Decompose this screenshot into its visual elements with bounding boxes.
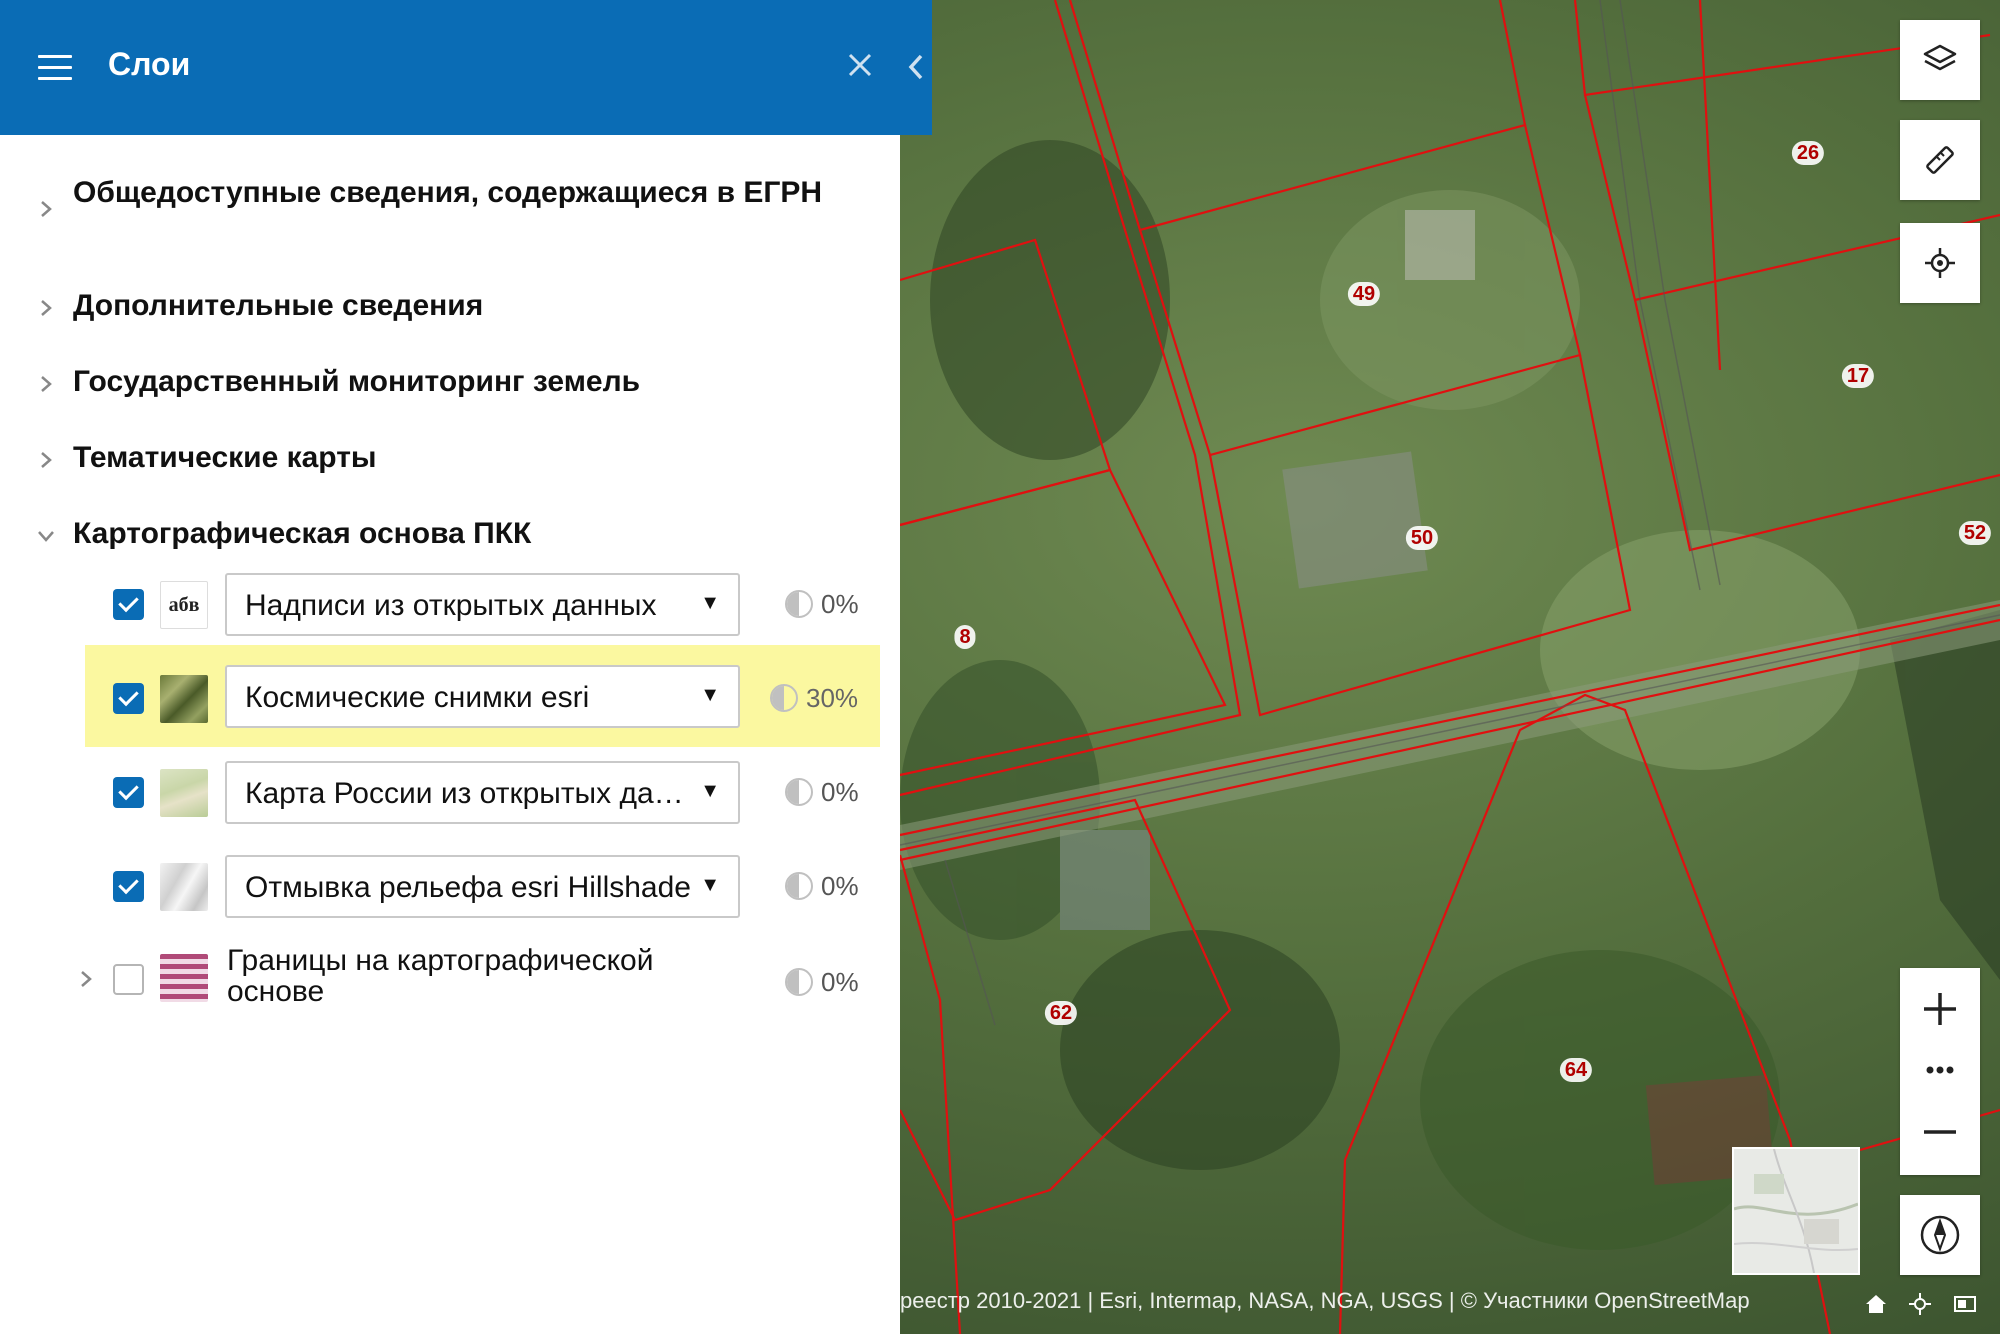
parcel-label[interactable]: 50 [1405,526,1439,550]
layer-name-line: основе [227,975,325,1008]
layer-checkbox[interactable] [113,589,144,620]
layer-row-hillshade: Отмывка рельефа esri Hillshade ▼ 0% [85,847,880,927]
parcel-label[interactable]: 26 [1791,141,1825,165]
layer-select[interactable]: Карта России из открытых данных ▼ [225,761,740,824]
layer-select[interactable]: Надписи из открытых данных ▼ [225,573,740,636]
layer-name: Космические снимки esri [245,681,590,714]
layer-group-additional[interactable]: Дополнительные сведения [30,288,860,328]
opacity-value: 30% [806,683,859,713]
layer-group-label: Дополнительные сведения [73,289,484,322]
parcel-label[interactable]: 62 [1044,1001,1078,1025]
layer-select[interactable]: Отмывка рельефа esri Hillshade ▼ [225,855,740,918]
layer-row-russia-map: Карта России из открытых данных ▼ 0% [85,753,880,833]
layer-row-satellite: Космические снимки esri ▼ 30% [85,645,880,747]
layer-name: Границы на картографической основе [227,945,653,1007]
opacity-icon [785,778,813,806]
layer-group-label: Общедоступные сведения, содержащиеся в Е… [73,176,823,209]
layer-group-label: Государственный мониторинг земель [73,365,641,398]
dropdown-arrow-icon: ▼ [700,780,720,802]
chevron-left-icon[interactable] [905,52,927,82]
chevron-right-icon [41,201,52,217]
layers-button[interactable] [1900,20,1980,100]
layer-select[interactable]: Космические снимки esri ▼ [225,665,740,728]
locate-icon [1925,248,1955,278]
opacity-value: 0% [821,777,859,807]
parcel-label[interactable]: 64 [1559,1058,1593,1082]
chevron-right-icon [41,300,52,316]
crosshair-icon[interactable] [1908,1292,1932,1316]
minimap-image [1733,1148,1859,1274]
layers-panel: Слои Общедоступные сведения, содержащиес… [0,0,932,1334]
opacity-control[interactable]: 30% [770,681,880,717]
panel-title: Слои [108,46,191,82]
layer-thumbnail [160,769,208,817]
opacity-icon [785,968,813,996]
dropdown-arrow-icon: ▼ [700,684,720,706]
layer-thumbnail [160,863,208,911]
opacity-value: 0% [821,589,859,619]
layer-group-thematic[interactable]: Тематические карты [30,440,860,480]
opacity-control[interactable]: 0% [785,587,895,623]
opacity-control[interactable]: 0% [785,775,895,811]
layers-icon [1923,44,1957,71]
hamburger-icon[interactable] [38,55,72,81]
opacity-control[interactable]: 0% [785,869,895,905]
layer-thumbnail: абв [160,581,208,629]
map-attribution: реестр 2010-2021 | Esri, Intermap, NASA,… [900,1288,1750,1313]
layer-group-label: Тематические карты [73,441,377,474]
layer-group-label: Картографическая основа ПКК [73,517,532,550]
parcel-label[interactable]: 52 [1958,521,1992,545]
layer-name: Отмывка рельефа esri Hillshade [245,871,691,904]
layer-checkbox[interactable] [113,777,144,808]
opacity-value: 0% [821,967,859,997]
more-dots-icon [1926,1066,1954,1074]
zoom-out-button[interactable] [1900,1090,1980,1175]
overview-minimap[interactable] [1732,1147,1860,1275]
layer-name-line: Границы на картографической [227,944,654,977]
chevron-right-icon [41,376,52,392]
dropdown-arrow-icon: ▼ [700,592,720,614]
compass-button[interactable] [1900,1195,1980,1275]
dropdown-arrow-icon: ▼ [700,874,720,896]
screen-icon[interactable] [1953,1292,1977,1316]
parcel-label[interactable]: 8 [954,625,976,649]
layer-group-monitoring[interactable]: Государственный мониторинг земель [30,364,860,404]
opacity-control[interactable]: 0% [785,965,895,1001]
plus-icon [1924,993,1956,1025]
minus-icon [1924,1130,1956,1134]
layer-group-basemap[interactable]: Картографическая основа ПКК [30,516,860,556]
layer-thumbnail [160,954,208,1002]
layer-name: Карта России из открытых данных [245,777,700,810]
layer-thumbnail [160,675,208,723]
zoom-in-button[interactable] [1900,968,1980,1050]
opacity-value: 0% [821,871,859,901]
zoom-controls [1900,968,1980,1175]
home-icon[interactable] [1864,1292,1888,1316]
chevron-right-icon[interactable] [76,969,96,989]
panel-header: Слои [0,0,932,135]
layer-name: Надписи из открытых данных [245,589,657,622]
parcel-label[interactable]: 17 [1841,364,1875,388]
chevron-down-icon [38,531,54,542]
locate-button[interactable] [1900,223,1980,303]
opacity-icon [785,590,813,618]
layer-checkbox[interactable] [113,683,144,714]
opacity-icon [770,684,798,712]
layer-row-labels: абв Надписи из открытых данных ▼ 0% [85,565,880,645]
layer-checkbox[interactable] [113,964,144,995]
ruler-icon [1926,146,1954,174]
layer-group-egrn[interactable]: Общедоступные сведения, содержащиеся в Е… [30,175,860,247]
layer-row-borders: Границы на картографической основе 0% [70,935,880,1025]
zoom-more-button[interactable] [1900,1050,1980,1090]
parcel-label[interactable]: 49 [1347,282,1381,306]
compass-icon [1920,1215,1960,1255]
chevron-right-icon [41,452,52,468]
close-icon[interactable] [845,50,875,80]
measure-button[interactable] [1900,120,1980,200]
layer-checkbox[interactable] [113,871,144,902]
opacity-icon [785,872,813,900]
